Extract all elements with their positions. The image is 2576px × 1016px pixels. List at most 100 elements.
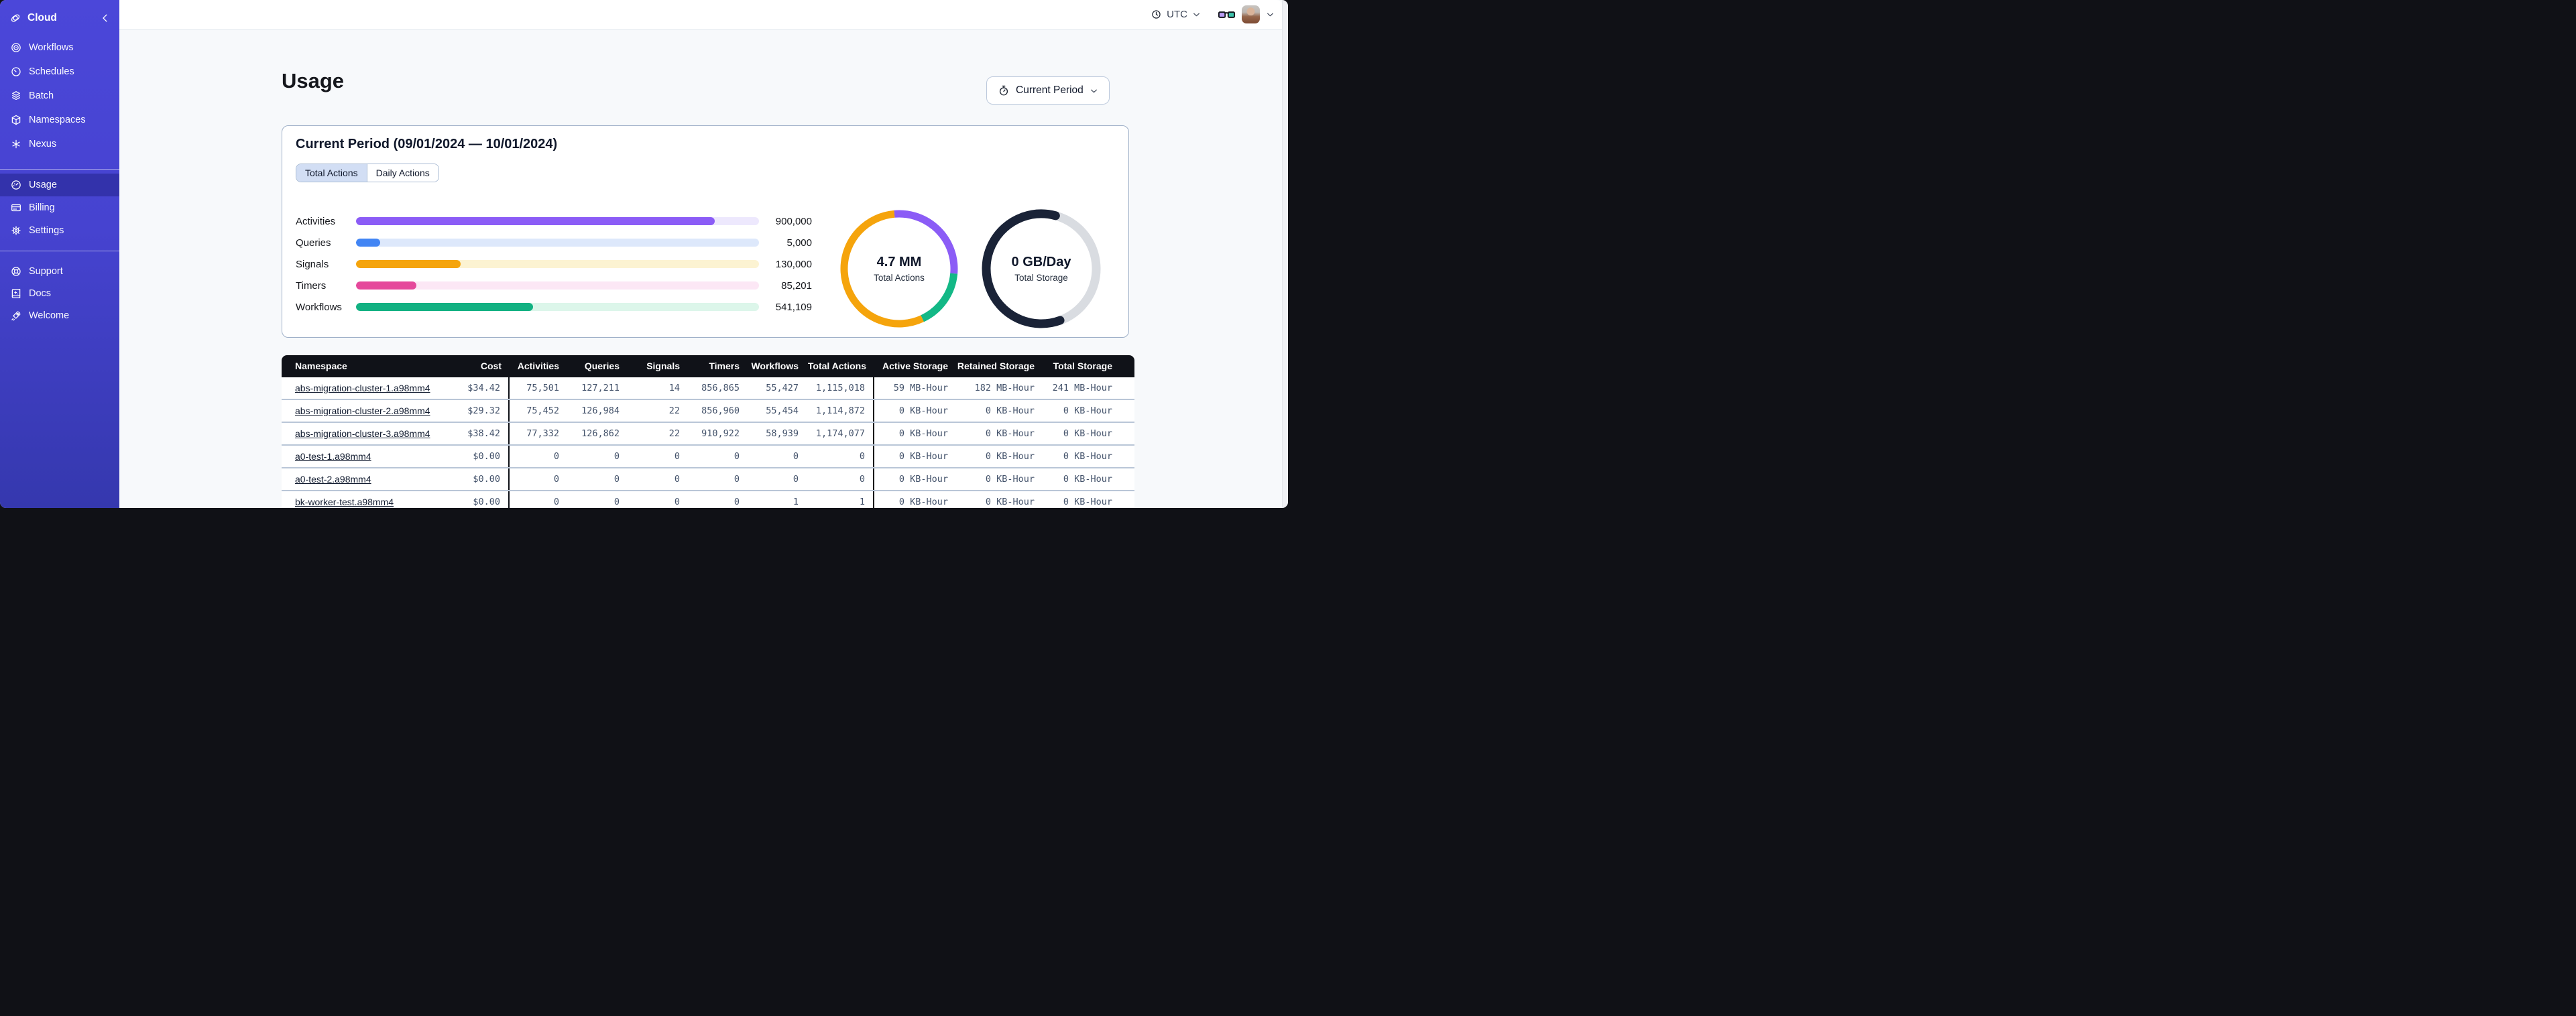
sidebar-item-label: Schedules <box>29 66 74 77</box>
namespace-link[interactable]: abs-migration-cluster-2.a98mm4 <box>295 405 430 416</box>
table-row: abs-migration-cluster-2.a98mm4 $29.32 75… <box>282 399 1134 422</box>
bar-track <box>356 239 759 247</box>
clock-icon <box>1152 10 1161 19</box>
sidebar-item-label: Docs <box>29 288 52 299</box>
cost-cell: $34.42 <box>443 377 510 399</box>
retained-storage-cell: 0 KB-Hour <box>985 474 1035 485</box>
namespace-link[interactable]: a0-test-2.a98mm4 <box>295 474 371 485</box>
period-button-label: Current Period <box>1016 84 1084 96</box>
bar-fill <box>356 260 461 268</box>
namespace-link[interactable]: abs-migration-cluster-1.a98mm4 <box>295 383 430 393</box>
timezone-label: UTC <box>1167 9 1187 20</box>
signals-cell: 22 <box>668 405 680 416</box>
schedules-icon <box>10 66 22 78</box>
bar-row-timers: Timers 85,201 <box>296 275 812 296</box>
sidebar-item-nexus[interactable]: Nexus <box>0 132 119 156</box>
sidebar-item-label: Settings <box>29 225 64 236</box>
table-row: abs-migration-cluster-1.a98mm4 $34.42 75… <box>282 377 1134 399</box>
active-storage-cell: 0 KB-Hour <box>898 405 948 416</box>
page-title: Usage <box>282 69 345 92</box>
sidebar-brand[interactable]: Cloud <box>9 8 111 28</box>
welcome-rocket-icon <box>10 310 22 322</box>
namespace-link[interactable]: bk-worker-test.a98mm4 <box>295 497 394 507</box>
actions-bar-chart: Activities 900,000 Queries 5,000 Signals… <box>296 210 812 318</box>
col-activities: Activities <box>517 361 559 371</box>
namespace-link[interactable]: abs-migration-cluster-3.a98mm4 <box>295 428 430 439</box>
total-actions-cell: 1,174,077 <box>807 423 874 444</box>
col-timers: Timers <box>709 361 740 371</box>
period-select-button[interactable]: Current Period <box>986 76 1110 105</box>
user-avatar[interactable] <box>1242 5 1260 23</box>
total-storage-value: 0 GB/Day <box>1011 255 1071 269</box>
total-storage-cell: 0 KB-Hour <box>1063 474 1112 485</box>
timers-cell: 910,922 <box>701 428 740 439</box>
topbar: UTC <box>119 0 1283 29</box>
card-title: Current Period (09/01/2024 — 10/01/2024) <box>296 137 558 151</box>
tab-total-actions[interactable]: Total Actions <box>296 164 367 182</box>
batch-layers-icon <box>10 90 22 102</box>
col-total-storage: Total Storage <box>1053 361 1112 371</box>
total-actions-cell: 1,115,018 <box>807 377 874 399</box>
sidebar-item-settings[interactable]: Settings <box>0 219 119 242</box>
page-scrollbar[interactable] <box>1282 0 1288 508</box>
sidebar-item-welcome[interactable]: Welcome <box>0 304 119 326</box>
col-workflows: Workflows <box>751 361 799 371</box>
nexus-asterisk-icon <box>10 138 22 150</box>
retained-storage-cell: 0 KB-Hour <box>985 405 1035 416</box>
sidebar-item-schedules[interactable]: Schedules <box>0 60 119 84</box>
cost-cell: $38.42 <box>443 423 510 444</box>
sidebar-item-label: Support <box>29 265 63 277</box>
total-storage-label: Total Storage <box>1014 273 1068 283</box>
support-lifebuoy-icon <box>10 265 22 277</box>
sidebar-item-usage[interactable]: Usage <box>0 174 119 196</box>
sidebar-item-support[interactable]: Support <box>0 260 119 282</box>
table-header-row: Namespace Cost Activities Queries Signal… <box>282 355 1134 377</box>
sidebar-item-namespaces[interactable]: Namespaces <box>0 108 119 132</box>
cost-cell: $29.32 <box>443 400 510 422</box>
signals-cell: 14 <box>668 383 680 393</box>
queries-cell: 126,984 <box>581 405 620 416</box>
bar-label: Signals <box>296 258 329 270</box>
billing-card-icon <box>10 202 22 214</box>
namespace-usage-table: Namespace Cost Activities Queries Signal… <box>282 355 1134 508</box>
active-storage-cell: 0 KB-Hour <box>898 451 948 462</box>
app-window: Cloud Workflows Schedules Batch Namespac… <box>0 0 1288 508</box>
signals-cell: 0 <box>674 497 680 507</box>
docs-book-icon <box>10 288 22 300</box>
total-storage-cell: 241 MB-Hour <box>1052 383 1112 393</box>
sidebar-item-docs[interactable]: Docs <box>0 282 119 304</box>
total-actions-value: 4.7 MM <box>876 255 922 269</box>
user-menu-chevron-icon[interactable] <box>1266 10 1275 19</box>
sidebar: Cloud Workflows Schedules Batch Namespac… <box>0 0 119 508</box>
active-storage-cell: 0 KB-Hour <box>898 497 948 507</box>
col-total-actions: Total Actions <box>807 361 866 371</box>
timers-cell: 856,960 <box>701 405 740 416</box>
queries-cell: 126,862 <box>581 428 620 439</box>
bar-row-signals: Signals 130,000 <box>296 253 812 275</box>
labs-glasses-icon[interactable] <box>1218 9 1236 21</box>
active-storage-cell: 59 MB-Hour <box>893 383 948 393</box>
bar-value: 900,000 <box>775 215 812 227</box>
workflows-icon <box>10 42 22 54</box>
collapse-sidebar-icon[interactable] <box>99 12 111 24</box>
sidebar-item-batch[interactable]: Batch <box>0 84 119 108</box>
namespace-link[interactable]: a0-test-1.a98mm4 <box>295 451 371 462</box>
sidebar-item-workflows[interactable]: Workflows <box>0 36 119 60</box>
tab-daily-actions[interactable]: Daily Actions <box>366 164 438 182</box>
timezone-selector[interactable]: UTC <box>1151 9 1201 20</box>
bar-row-queries: Queries 5,000 <box>296 232 812 253</box>
queries-cell: 0 <box>613 451 620 462</box>
bar-track <box>356 281 759 290</box>
activities-cell: 0 <box>553 451 559 462</box>
cost-cell: $0.00 <box>443 468 510 490</box>
sidebar-item-label: Nexus <box>29 139 57 149</box>
bar-track <box>356 260 759 268</box>
sidebar-divider <box>0 169 119 170</box>
activities-cell: 75,501 <box>526 383 559 393</box>
table-row: a0-test-2.a98mm4 $0.00 0 0 0 0 0 0 0 KB-… <box>282 467 1134 490</box>
sidebar-item-billing[interactable]: Billing <box>0 196 119 219</box>
signals-cell: 0 <box>674 474 680 485</box>
donut-center-text: 0 GB/Day Total Storage <box>978 205 1105 332</box>
sidebar-item-label: Welcome <box>29 310 70 321</box>
table-row: abs-migration-cluster-3.a98mm4 $38.42 77… <box>282 422 1134 444</box>
